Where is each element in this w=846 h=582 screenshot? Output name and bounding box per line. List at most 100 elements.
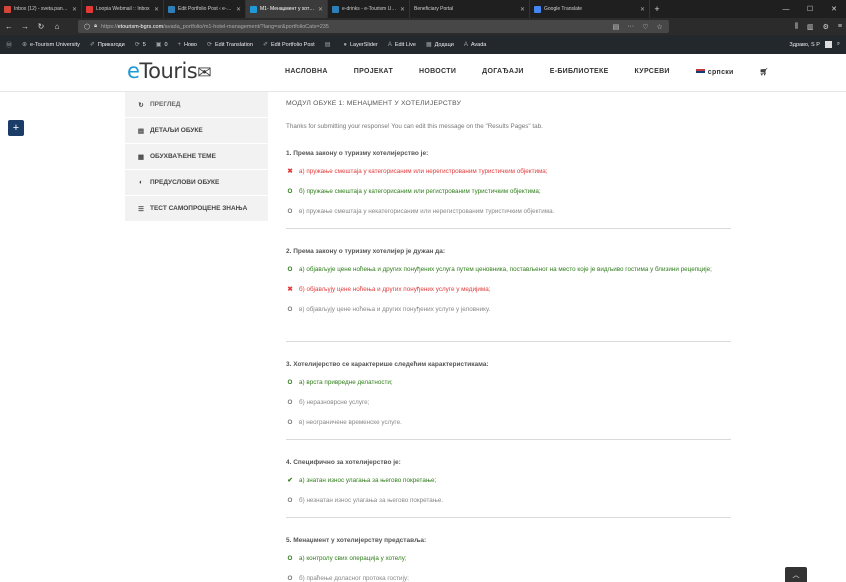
nav-item-news[interactable]: НОВОСТИ <box>419 68 456 76</box>
sidebar-item-self-test[interactable]: ☰ ТЕСТ САМОПРОЦЕНЕ ЗНАЊА <box>125 196 268 222</box>
admin-bar-item-avada[interactable]: A Avada <box>464 42 487 48</box>
question-5: 5. Менаџмент у хотелијерству представља:… <box>286 537 731 582</box>
browser-tab-gmail[interactable]: Inbox (12) - sveta.pantic@p ✕ <box>0 0 82 18</box>
question-title: 2. Према закону о туризму хотелијер је д… <box>286 248 446 255</box>
admin-bar-item-edit-live[interactable]: A Edit Live <box>388 42 416 48</box>
home-icon[interactable]: ⌂ <box>52 22 62 31</box>
nav-item-events[interactable]: ДОГАЂАЈИ <box>482 68 524 76</box>
admin-bar-item-new[interactable]: + Ново <box>178 42 197 48</box>
admin-bar-item-comments[interactable]: ▣ 0 <box>156 41 168 49</box>
tab-title: Loopia Webmail :: Inbox <box>96 6 150 12</box>
nav-item-e-libraries[interactable]: Е-БИБЛИОТЕКЕ <box>550 68 609 76</box>
wrong-mark-icon: ✖ <box>287 168 293 175</box>
reload-icon[interactable]: ↻ <box>36 22 46 31</box>
extension-icon[interactable]: ⚙ <box>823 23 829 31</box>
answer-option: Oа) објављује цене ноћења и других понуђ… <box>287 266 712 273</box>
nav-item-project[interactable]: ПРОЈЕКАТ <box>354 68 393 76</box>
loopia-icon <box>86 5 93 13</box>
site-icon <box>168 5 175 13</box>
translate-icon <box>534 5 541 13</box>
admin-bar-item-updates[interactable]: ⟳ 5 <box>135 41 146 49</box>
site-header: eTouris✉ НАСЛОВНА ПРОЈЕКАТ НОВОСТИ ДОГАЂ… <box>0 54 846 92</box>
admin-bar-item-layerslider[interactable]: ● LayerSlider <box>343 42 377 48</box>
admin-bar-item-site[interactable]: ⊕ e-Tourism University <box>22 41 80 49</box>
divider <box>286 439 731 440</box>
admin-bar-item-plugins[interactable]: ▦ Додаци <box>426 41 454 49</box>
nav-item-courses[interactable]: КУРСЕВИ <box>635 68 670 76</box>
thanks-message: Thanks for submitting your response! You… <box>286 123 543 130</box>
wp-admin-bar: Ⓦ ⊕ e-Tourism University ✐ Прикагоди ⟳ 5 ▣ 0… <box>0 35 846 54</box>
nav-item-home[interactable]: НАСЛОВНА <box>285 68 328 76</box>
admin-bar-item-edit-translation[interactable]: ⟳ Edit Translation <box>207 41 253 49</box>
tab-title: Beneficiary Portal <box>414 6 454 12</box>
browser-tab-e-drinks[interactable]: e-drinks - e-Tourism Univers ✕ <box>328 0 410 18</box>
maximize-button[interactable]: ☐ <box>798 0 822 18</box>
close-tab-icon[interactable]: ✕ <box>640 6 645 13</box>
admin-bar-item-customize[interactable]: ✐ Прикагоди <box>90 41 125 49</box>
check-circle-icon: ✔ <box>287 477 293 484</box>
gmail-icon <box>4 5 11 13</box>
radio-icon: O <box>287 419 293 426</box>
url-text: https://etourism-bgrs.com/avada_portfoli… <box>101 23 329 30</box>
answer-option: Oб) праћење доласног протока гостију; <box>287 575 409 582</box>
answer-option: ✔ а) знатан износ улагања за његово покре… <box>287 477 437 484</box>
radio-icon: O <box>287 497 293 504</box>
new-tab-button[interactable]: + <box>650 0 664 18</box>
close-tab-icon[interactable]: ✕ <box>236 6 241 13</box>
admin-bar-item-calendar[interactable]: ▤ <box>325 41 334 48</box>
chevron-up-icon: ︿ <box>792 571 800 579</box>
reader-view-icon[interactable]: ▤ <box>613 23 620 31</box>
sidebar-item-prerequisites[interactable]: ◐ ПРЕДУСЛОВИ ОБУКЕ <box>125 170 268 196</box>
radio-icon: O <box>287 208 293 215</box>
radio-icon: O <box>287 379 293 386</box>
window-controls: — ☐ ✕ <box>774 0 846 18</box>
answer-option: Oб) незнатан износ улагања за његово пок… <box>287 497 444 504</box>
language-switcher[interactable]: српски <box>695 68 734 76</box>
cart-icon[interactable]: 🛒︎ <box>760 68 769 76</box>
pocket-icon[interactable]: ♡ <box>642 23 648 31</box>
wordpress-logo-icon[interactable]: Ⓦ <box>6 40 12 49</box>
answer-option: Oв) пружање смештаја у некатегорисаним и… <box>287 208 555 215</box>
site-logo[interactable]: eTouris✉ <box>127 59 211 83</box>
contrast-icon: ◐ <box>139 179 143 186</box>
back-icon[interactable]: ← <box>4 22 14 31</box>
admin-bar-item-edit-portfolio[interactable]: ✐ Edit Portfolio Post <box>263 41 315 49</box>
close-tab-icon[interactable]: ✕ <box>154 6 159 13</box>
admin-greeting[interactable]: Здраво, S P <box>789 42 820 48</box>
sidebar-toggle-icon[interactable]: ▥ <box>807 23 814 31</box>
sidebar-item-overview[interactable]: ↻ ПРЕГЛЕД <box>125 92 268 118</box>
browser-tab-m1[interactable]: M1- Менаџмент у хотелије ✕ <box>246 0 328 18</box>
scroll-to-top-button[interactable]: ︿ <box>785 567 807 582</box>
browser-tab-edit-portfolio[interactable]: Edit Portfolio Post ‹ e-Touris ✕ <box>164 0 246 18</box>
forward-icon[interactable]: → <box>20 22 30 31</box>
question-1: 1. Према закону о туризму хотелијерство … <box>286 150 731 226</box>
close-tab-icon[interactable]: ✕ <box>400 6 405 13</box>
library-icon[interactable]: ⫼ <box>795 23 798 31</box>
sidebar-item-details[interactable]: ▤ ДЕТАЉИ ОБУКЕ <box>125 118 268 144</box>
close-tab-icon[interactable]: ✕ <box>318 6 323 13</box>
tab-title: Edit Portfolio Post ‹ e-Touris <box>178 6 233 12</box>
answer-option: Oб) неразноврсне услуге; <box>287 399 370 406</box>
radio-icon: O <box>287 555 293 562</box>
tab-title: Google Translate <box>544 6 583 12</box>
close-window-button[interactable]: ✕ <box>822 0 846 18</box>
sliding-bar-toggle[interactable]: + <box>8 120 24 136</box>
browser-tab-translate[interactable]: Google Translate ✕ <box>530 0 650 18</box>
divider <box>286 517 731 518</box>
answer-option: Oв) објављују цене ноћења и других понуђ… <box>287 306 491 313</box>
address-bar[interactable]: ◯ 🔒︎ https://etourism-bgrs.com/avada_por… <box>78 20 669 33</box>
page-actions-icon[interactable]: ··· <box>627 23 634 31</box>
tab-title: M1- Менаџмент у хотелије <box>260 6 315 12</box>
close-tab-icon[interactable]: ✕ <box>520 6 525 13</box>
avatar[interactable] <box>824 41 832 48</box>
search-icon[interactable]: ⌕ <box>837 41 840 48</box>
menu-icon[interactable]: ≡ <box>838 23 842 31</box>
sidebar-item-topics[interactable]: ▦ ОБУХВАЋЕНЕ ТЕМЕ <box>125 144 268 170</box>
minimize-button[interactable]: — <box>774 0 798 18</box>
course-sidebar: ↻ ПРЕГЛЕД ▤ ДЕТАЉИ ОБУКЕ ▦ ОБУХВАЋЕНЕ ТЕ… <box>125 92 268 222</box>
browser-tab-beneficiary[interactable]: Beneficiary Portal ✕ <box>410 0 530 18</box>
logo-envelope-icon: ✉ <box>197 63 211 83</box>
browser-tab-loopia[interactable]: Loopia Webmail :: Inbox ✕ <box>82 0 164 18</box>
close-tab-icon[interactable]: ✕ <box>72 6 77 13</box>
bookmark-star-icon[interactable]: ☆ <box>656 23 662 31</box>
